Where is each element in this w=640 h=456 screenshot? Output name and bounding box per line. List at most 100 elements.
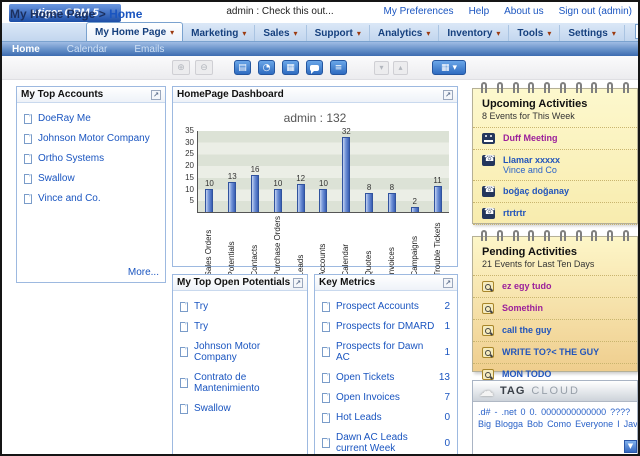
toolbar-module-button[interactable]	[282, 60, 299, 75]
account-link[interactable]: Swallow	[24, 173, 158, 184]
bar-value-label: 16	[251, 165, 260, 174]
tag-link[interactable]: Big	[478, 419, 491, 429]
activity-row[interactable]: Duff Meeting	[473, 128, 637, 150]
popout-icon[interactable]	[151, 90, 161, 100]
activity-row[interactable]: ez egy tudo	[473, 276, 637, 298]
account-link[interactable]: Johnson Motor Company	[24, 133, 158, 144]
header-link[interactable]: Help	[469, 6, 490, 17]
header-link[interactable]: About us	[504, 6, 543, 17]
activity-label[interactable]: WRITE TO?< THE GUY	[502, 347, 599, 357]
nav-tab-label: Sales	[263, 28, 289, 39]
potential-link[interactable]: Johnson Motor Company	[180, 341, 300, 363]
popout-icon[interactable]	[443, 278, 453, 288]
potential-name[interactable]: Try	[194, 301, 208, 312]
subnav-item[interactable]: Emails	[134, 44, 164, 55]
toolbar-module-button[interactable]	[234, 60, 251, 75]
tag-link[interactable]: .net	[502, 407, 517, 417]
potential-link[interactable]: Try	[180, 321, 300, 332]
tag-link[interactable]: Java	[624, 419, 637, 429]
chart-y-tick: 20	[185, 161, 194, 170]
account-link[interactable]: DoeRay Me	[24, 113, 158, 124]
activity-label[interactable]: Somethin	[502, 303, 543, 313]
potential-link[interactable]: Contrato de Mantenimiento	[180, 372, 300, 394]
tag-link[interactable]: -	[495, 407, 498, 417]
toolbar-module-button[interactable]	[330, 60, 347, 75]
activity-row[interactable]: rtrtrtr	[473, 203, 637, 225]
account-name[interactable]: Ortho Systems	[38, 153, 104, 164]
toolbar-module-button[interactable]	[306, 60, 323, 75]
account-name[interactable]: DoeRay Me	[38, 113, 91, 124]
nav-tab[interactable]: Analytics	[370, 25, 439, 41]
activity-row[interactable]: WRITE TO?< THE GUY	[473, 342, 637, 364]
metric-label[interactable]: Prospect Accounts	[336, 301, 419, 312]
nav-tab[interactable]: Inventory	[439, 25, 509, 41]
account-name[interactable]: Vince and Co.	[38, 193, 101, 204]
metric-label[interactable]: Hot Leads	[336, 412, 382, 423]
nav-tab[interactable]: Tools	[509, 25, 560, 41]
metric-row: Prospects for DMARD 1	[322, 321, 450, 332]
nav-tab[interactable]: Marketing	[183, 25, 255, 41]
more-link[interactable]: More...	[128, 267, 159, 278]
account-name[interactable]: Swallow	[38, 173, 75, 184]
toolbar-module-button[interactable]	[258, 60, 275, 75]
header-link[interactable]: My Preferences	[384, 6, 454, 17]
potential-name[interactable]: Johnson Motor Company	[194, 341, 300, 363]
account-name[interactable]: Johnson Motor Company	[38, 133, 150, 144]
activity-related-to[interactable]: Vince and Co	[503, 165, 560, 175]
activity-label[interactable]: MON TODO	[502, 369, 551, 379]
potential-link[interactable]: Try	[180, 301, 300, 312]
tag-link[interactable]: 0	[521, 407, 526, 417]
metric-label[interactable]: Prospects for DMARD	[336, 321, 434, 332]
tag-link[interactable]: Everyone	[575, 419, 613, 429]
activity-row[interactable]: Somethin	[473, 298, 637, 320]
popout-icon[interactable]	[293, 278, 303, 288]
breadcrumb-current[interactable]: Home	[109, 7, 142, 21]
metric-label[interactable]: Open Tickets	[336, 372, 394, 383]
module-tab-bar: My Home Page Marketing Sales Support	[2, 23, 638, 42]
breadcrumb-parent[interactable]: My Home Page	[10, 7, 95, 21]
nav-tab[interactable]: Settings	[560, 25, 624, 41]
tag-link[interactable]: ????	[610, 407, 630, 417]
activity-row[interactable]: Llamar xxxxx Vince and Co	[473, 150, 637, 181]
popout-icon[interactable]	[443, 90, 453, 100]
tag-link[interactable]: 0000000000000	[541, 407, 606, 417]
nav-tab[interactable]: My Home Page	[86, 22, 183, 41]
tag-link[interactable]: 0.	[530, 407, 538, 417]
tag-link[interactable]: Como	[547, 419, 571, 429]
potential-name[interactable]: Contrato de Mantenimiento	[194, 372, 300, 394]
widgets-dropdown-button[interactable]: ▦▾	[432, 60, 466, 75]
header-link[interactable]: Sign out (admin)	[559, 6, 632, 17]
metric-value: 2	[444, 301, 450, 312]
scroll-down-button[interactable]: ▼	[624, 440, 637, 453]
call-icon	[482, 186, 495, 197]
subnav-item[interactable]: Calendar	[67, 44, 108, 55]
activity-label[interactable]: Llamar xxxxx	[503, 155, 560, 165]
pad-subtitle: 8 Events for This Week	[473, 110, 637, 128]
tag-link[interactable]: Bob	[527, 419, 543, 429]
chart-x-label: Contacts	[250, 216, 259, 276]
potential-name[interactable]: Swallow	[194, 403, 231, 414]
activity-label[interactable]: ez egy tudo	[502, 281, 552, 291]
tag-link[interactable]: I	[617, 419, 620, 429]
tag-link[interactable]: Blogga	[495, 419, 523, 429]
quick-create-dropdown[interactable]: Quick Create... ▾	[635, 24, 640, 39]
chart-x-label: Potentials	[227, 216, 236, 276]
potential-name[interactable]: Try	[194, 321, 208, 332]
activity-label[interactable]: rtrtrtr	[503, 208, 526, 218]
tag-link[interactable]: .d#	[478, 407, 491, 417]
activity-row[interactable]: call the guy	[473, 320, 637, 342]
subnav-item[interactable]: Home	[12, 44, 40, 55]
activity-label[interactable]: call the guy	[502, 325, 552, 335]
chart-y-tick: 10	[185, 185, 194, 194]
activity-row[interactable]: boğaç doğanay	[473, 181, 637, 203]
metric-label[interactable]: Open Invoices	[336, 392, 400, 403]
activity-label[interactable]: boğaç doğanay	[503, 186, 569, 196]
account-link[interactable]: Vince and Co.	[24, 193, 158, 204]
activity-label[interactable]: Duff Meeting	[503, 133, 558, 143]
nav-tab[interactable]: Support	[307, 25, 370, 41]
metric-label[interactable]: Dawn AC Leads current Week	[336, 432, 438, 454]
nav-tab[interactable]: Sales	[255, 25, 306, 41]
metric-label[interactable]: Prospects for Dawn AC	[336, 341, 438, 363]
account-link[interactable]: Ortho Systems	[24, 153, 158, 164]
potential-link[interactable]: Swallow	[180, 403, 300, 414]
